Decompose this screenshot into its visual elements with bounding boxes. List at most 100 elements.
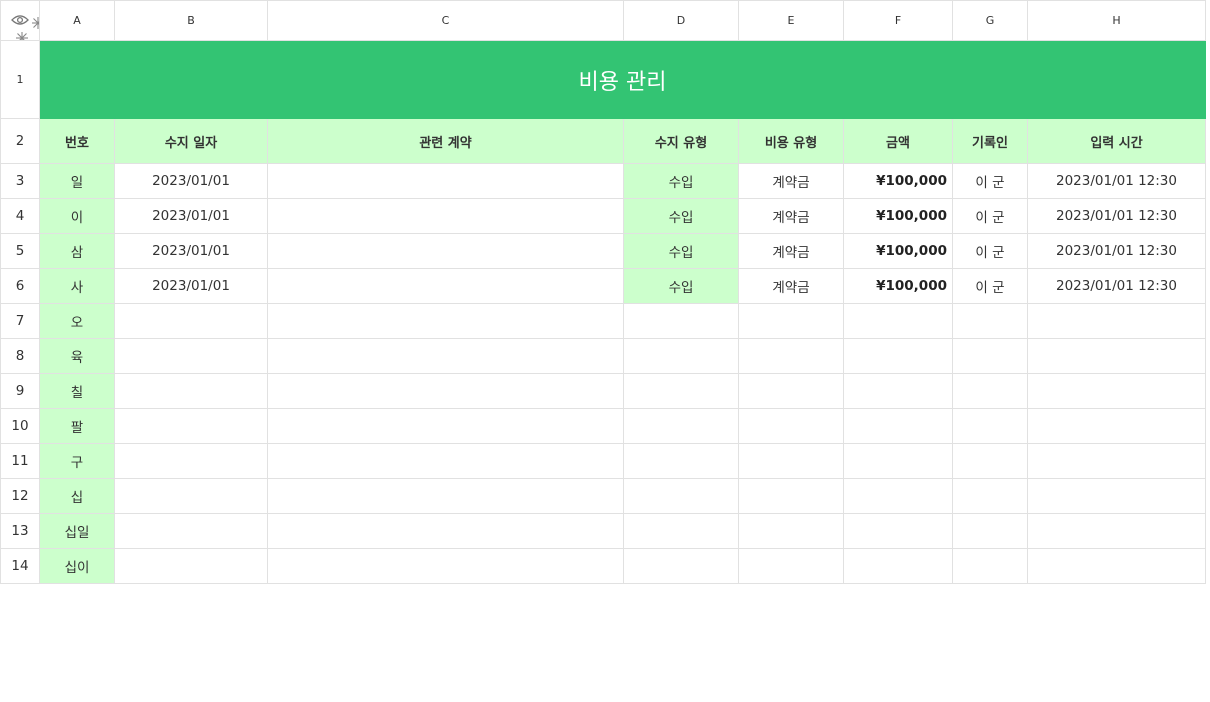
cell-amount[interactable]: ¥100,000 <box>843 233 953 269</box>
cell-date[interactable]: 2023/01/01 <box>114 233 268 269</box>
cell-date[interactable] <box>114 548 268 584</box>
cell-recorder[interactable]: 이 군 <box>952 233 1028 269</box>
cell-input-time[interactable] <box>1027 478 1206 514</box>
row-number[interactable]: 2 <box>0 118 40 164</box>
cell-date[interactable] <box>114 373 268 409</box>
cell-income-type[interactable] <box>623 443 739 479</box>
row-number[interactable]: 1 <box>0 40 40 119</box>
cell-recorder[interactable] <box>952 338 1028 374</box>
cell-amount[interactable] <box>843 478 953 514</box>
cell-input-time[interactable] <box>1027 338 1206 374</box>
cell-number[interactable]: 십일 <box>39 513 115 549</box>
cell-amount[interactable] <box>843 513 953 549</box>
freeze-columns-icon[interactable] <box>31 16 40 30</box>
header-cell-date[interactable]: 수지 일자 <box>114 118 268 164</box>
row-number[interactable]: 11 <box>0 443 40 479</box>
cell-number[interactable]: 십 <box>39 478 115 514</box>
cell-input-time[interactable]: 2023/01/01 12:30 <box>1027 163 1206 199</box>
cell-recorder[interactable] <box>952 373 1028 409</box>
cell-contract[interactable] <box>267 338 624 374</box>
cell-input-time[interactable] <box>1027 548 1206 584</box>
freeze-rows-icon[interactable] <box>15 31 29 41</box>
cell-contract[interactable] <box>267 373 624 409</box>
cell-number[interactable]: 이 <box>39 198 115 234</box>
header-cell-recorder[interactable]: 기록인 <box>952 118 1028 164</box>
cell-input-time[interactable] <box>1027 443 1206 479</box>
sheet-title-cell[interactable]: 비용 관리 <box>39 40 1206 119</box>
row-number[interactable]: 13 <box>0 513 40 549</box>
cell-input-time[interactable] <box>1027 408 1206 444</box>
cell-cost-type[interactable] <box>738 443 844 479</box>
cell-date[interactable] <box>114 303 268 339</box>
cell-contract[interactable] <box>267 268 624 304</box>
cell-amount[interactable] <box>843 548 953 584</box>
cell-contract[interactable] <box>267 163 624 199</box>
cell-income-type[interactable] <box>623 408 739 444</box>
cell-income-type[interactable] <box>623 513 739 549</box>
cell-income-type[interactable]: 수입 <box>623 268 739 304</box>
cell-cost-type[interactable]: 계약금 <box>738 198 844 234</box>
cell-contract[interactable] <box>267 478 624 514</box>
cell-date[interactable]: 2023/01/01 <box>114 163 268 199</box>
cell-number[interactable]: 삼 <box>39 233 115 269</box>
cell-recorder[interactable] <box>952 303 1028 339</box>
row-number[interactable]: 5 <box>0 233 40 269</box>
column-header-h[interactable]: H <box>1027 0 1206 41</box>
cell-number[interactable]: 십이 <box>39 548 115 584</box>
cell-income-type[interactable] <box>623 303 739 339</box>
row-number[interactable]: 8 <box>0 338 40 374</box>
row-number[interactable]: 7 <box>0 303 40 339</box>
cell-amount[interactable] <box>843 408 953 444</box>
cell-amount[interactable] <box>843 303 953 339</box>
cell-amount[interactable] <box>843 338 953 374</box>
cell-cost-type[interactable] <box>738 373 844 409</box>
row-number[interactable]: 10 <box>0 408 40 444</box>
cell-income-type[interactable]: 수입 <box>623 233 739 269</box>
cell-date[interactable] <box>114 443 268 479</box>
cell-number[interactable]: 칠 <box>39 373 115 409</box>
cell-date[interactable]: 2023/01/01 <box>114 268 268 304</box>
header-cell-amount[interactable]: 금액 <box>843 118 953 164</box>
cell-cost-type[interactable]: 계약금 <box>738 163 844 199</box>
cell-cost-type[interactable] <box>738 478 844 514</box>
cell-recorder[interactable]: 이 군 <box>952 163 1028 199</box>
cell-date[interactable] <box>114 478 268 514</box>
cell-income-type[interactable] <box>623 338 739 374</box>
cell-amount[interactable]: ¥100,000 <box>843 198 953 234</box>
column-header-a[interactable]: A <box>39 0 115 41</box>
cell-cost-type[interactable] <box>738 548 844 584</box>
row-number[interactable]: 12 <box>0 478 40 514</box>
cell-recorder[interactable] <box>952 408 1028 444</box>
header-cell-cost-type[interactable]: 비용 유형 <box>738 118 844 164</box>
cell-input-time[interactable] <box>1027 303 1206 339</box>
cell-input-time[interactable]: 2023/01/01 12:30 <box>1027 268 1206 304</box>
cell-contract[interactable] <box>267 443 624 479</box>
cell-date[interactable]: 2023/01/01 <box>114 198 268 234</box>
cell-recorder[interactable] <box>952 548 1028 584</box>
cell-amount[interactable] <box>843 443 953 479</box>
cell-date[interactable] <box>114 513 268 549</box>
cell-contract[interactable] <box>267 513 624 549</box>
cell-amount[interactable]: ¥100,000 <box>843 163 953 199</box>
cell-input-time[interactable]: 2023/01/01 12:30 <box>1027 198 1206 234</box>
cell-contract[interactable] <box>267 198 624 234</box>
row-number[interactable]: 6 <box>0 268 40 304</box>
column-header-f[interactable]: F <box>843 0 953 41</box>
row-number[interactable]: 9 <box>0 373 40 409</box>
cell-input-time[interactable] <box>1027 373 1206 409</box>
column-header-b[interactable]: B <box>114 0 268 41</box>
cell-amount[interactable]: ¥100,000 <box>843 268 953 304</box>
cell-number[interactable]: 일 <box>39 163 115 199</box>
cell-input-time[interactable] <box>1027 513 1206 549</box>
cell-cost-type[interactable] <box>738 513 844 549</box>
cell-recorder[interactable] <box>952 513 1028 549</box>
cell-recorder[interactable] <box>952 443 1028 479</box>
eye-icon[interactable] <box>11 14 29 26</box>
cell-cost-type[interactable] <box>738 408 844 444</box>
cell-contract[interactable] <box>267 233 624 269</box>
cell-cost-type[interactable] <box>738 338 844 374</box>
row-number[interactable]: 3 <box>0 163 40 199</box>
cell-income-type[interactable] <box>623 373 739 409</box>
column-header-e[interactable]: E <box>738 0 844 41</box>
cell-contract[interactable] <box>267 548 624 584</box>
